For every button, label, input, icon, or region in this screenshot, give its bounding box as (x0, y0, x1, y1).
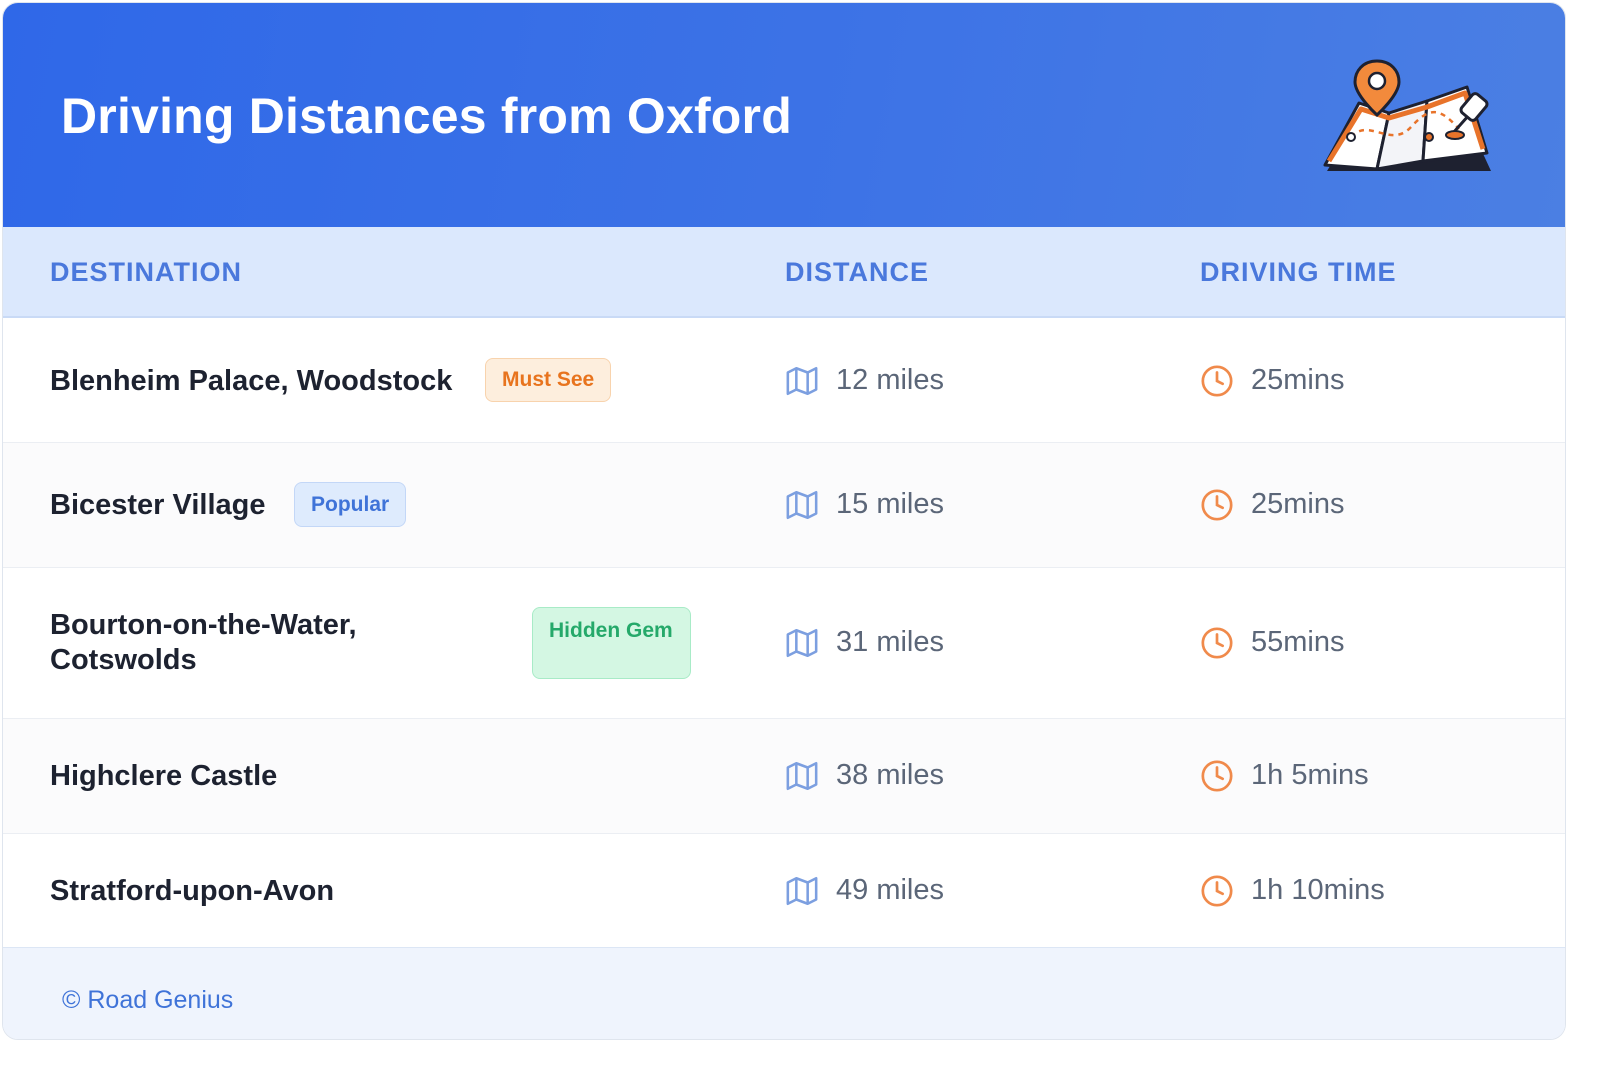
destination-name: Stratford-upon-Avon (50, 875, 335, 907)
distance-value: 38 miles (836, 759, 944, 791)
card-footer: © Road Genius (3, 947, 1565, 1039)
distance-value: 49 miles (836, 874, 944, 906)
card-header: Driving Distances from Oxford (3, 3, 1565, 227)
map-icon (786, 366, 818, 396)
driving-time-value: 1h 5mins (1251, 759, 1369, 791)
distance-value: 15 miles (836, 488, 944, 520)
must-see-badge: Must See (485, 358, 612, 402)
distances-card: Driving Distances from Oxford DESTINATIO… (2, 2, 1566, 1040)
destination-name: Blenheim Palace, Woodstock (50, 365, 453, 397)
column-header-distance: DISTANCE (785, 257, 930, 287)
column-header-driving-time: DRIVING TIME (1200, 257, 1397, 287)
clock-icon (1201, 875, 1233, 907)
clock-icon (1201, 627, 1233, 659)
clock-icon (1201, 365, 1233, 397)
distance-value: 31 miles (836, 626, 944, 658)
destination-name: Bicester Village (50, 489, 266, 521)
map-icon (786, 628, 818, 658)
clock-icon (1201, 760, 1233, 792)
driving-time-value: 25mins (1251, 488, 1345, 520)
footer-credit: © Road Genius (62, 986, 234, 1014)
map-icon (786, 876, 818, 906)
table-header: DESTINATION DISTANCE DRIVING TIME (3, 227, 1565, 318)
destination-name: Bourton-on-the-Water, Cotswolds (50, 609, 357, 676)
map-icon (786, 490, 818, 520)
map-icon (786, 761, 818, 791)
table-row: Highclere Castle 38 miles 1h 5mins (3, 719, 1565, 834)
popular-badge: Popular (294, 482, 407, 527)
destination-name: Highclere Castle (50, 760, 278, 792)
table-row: Bicester Village Popular 15 miles 25mins (3, 443, 1565, 568)
hidden-gem-badge: Hidden Gem (532, 607, 691, 679)
clock-icon (1201, 489, 1233, 521)
table-row: Stratford-upon-Avon 49 miles 1h 10mins (3, 834, 1565, 947)
driving-time-value: 1h 10mins (1251, 874, 1385, 906)
driving-time-value: 55mins (1251, 626, 1345, 658)
page-title: Driving Distances from Oxford (61, 88, 792, 144)
table-row: Blenheim Palace, Woodstock Must See 12 m… (3, 318, 1565, 443)
distance-value: 12 miles (836, 364, 944, 396)
table-row: Bourton-on-the-Water, Cotswolds Hidden G… (3, 568, 1565, 719)
map-with-pins-icon (1323, 59, 1491, 171)
driving-time-value: 25mins (1251, 364, 1345, 396)
column-header-destination: DESTINATION (50, 257, 242, 287)
